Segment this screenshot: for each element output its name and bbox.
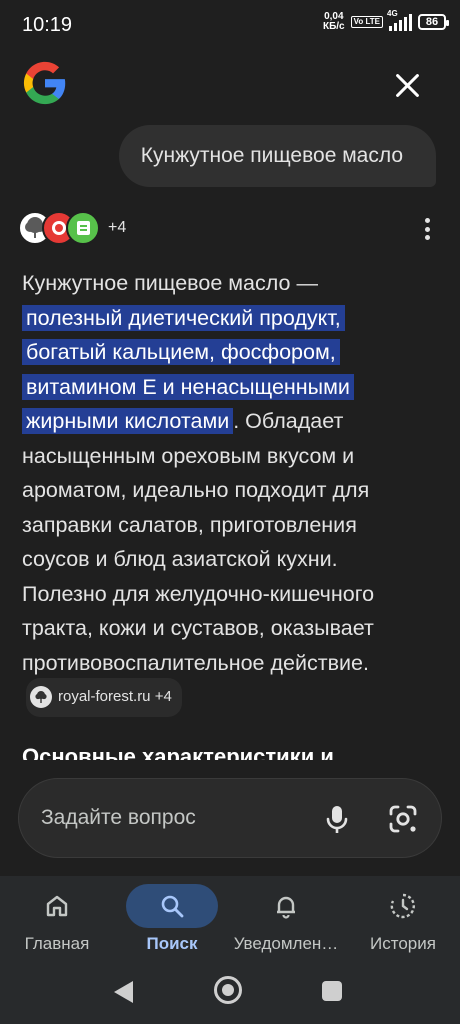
user-query-text: Кунжутное пищевое масло <box>140 144 403 167</box>
nav-home-label: Главная <box>24 934 90 953</box>
status-time: 10:19 <box>22 14 73 36</box>
google-g-icon[interactable] <box>22 60 68 106</box>
volte-icon: Vo LTE <box>350 16 383 28</box>
nav-home[interactable]: Главная <box>10 876 104 964</box>
citation-text: royal-forest.ru +4 <box>58 688 172 705</box>
nav-notifications[interactable]: Уведомлен… <box>228 876 344 964</box>
citation-chip[interactable]: royal-forest.ru +4 <box>26 678 182 717</box>
home-icon <box>11 884 103 928</box>
more-sources-count[interactable]: +4 <box>108 219 126 237</box>
signal-icon: 4G <box>387 9 412 31</box>
home-button-icon[interactable] <box>214 976 242 1004</box>
recents-icon[interactable] <box>322 981 342 1001</box>
system-navigation-bar <box>0 964 460 1024</box>
answer-rest: . Обладает насыщенным ореховым вкусом и … <box>22 409 375 675</box>
network-type: 4G <box>387 9 398 18</box>
net-speed: 0,04 КБ/с <box>322 11 345 32</box>
ask-input[interactable]: Задайте вопрос <box>18 778 442 858</box>
status-icons: 0,04 КБ/с Vo LTE 4G 86 <box>322 9 449 32</box>
answer-intro: Кунжутное пищевое масло — <box>22 271 318 295</box>
source-favicon-3[interactable] <box>66 211 100 245</box>
more-vert-icon[interactable] <box>424 218 430 240</box>
tree-icon <box>30 686 52 709</box>
nav-history-label: История <box>370 934 436 953</box>
battery-level: 86 <box>425 16 439 28</box>
mic-icon[interactable] <box>317 799 357 839</box>
nav-history[interactable]: История <box>360 876 446 964</box>
ask-placeholder[interactable]: Задайте вопрос <box>41 806 196 830</box>
nav-search-label: Поиск <box>146 934 198 953</box>
history-icon <box>357 884 449 928</box>
ai-answer: Кунжутное пищевое масло — полезный диети… <box>22 266 422 719</box>
bell-icon <box>240 884 332 928</box>
nav-search[interactable]: Поиск <box>126 876 218 964</box>
back-icon[interactable] <box>114 981 133 1003</box>
user-query-bubble: Кунжутное пищевое масло <box>118 125 436 187</box>
bottom-navigation: Главная Поиск Уведомлен… История <box>0 876 460 964</box>
nav-notifications-label: Уведомлен… <box>233 934 339 953</box>
search-icon <box>126 884 218 928</box>
close-icon[interactable] <box>394 72 420 98</box>
section-heading: Основные характеристики и <box>22 744 334 760</box>
google-lens-icon[interactable] <box>383 799 423 839</box>
sources-row[interactable]: +4 <box>18 211 126 245</box>
battery-icon: 86 <box>418 14 449 30</box>
status-bar: 10:19 0,04 КБ/с Vo LTE 4G 86 <box>0 0 460 52</box>
